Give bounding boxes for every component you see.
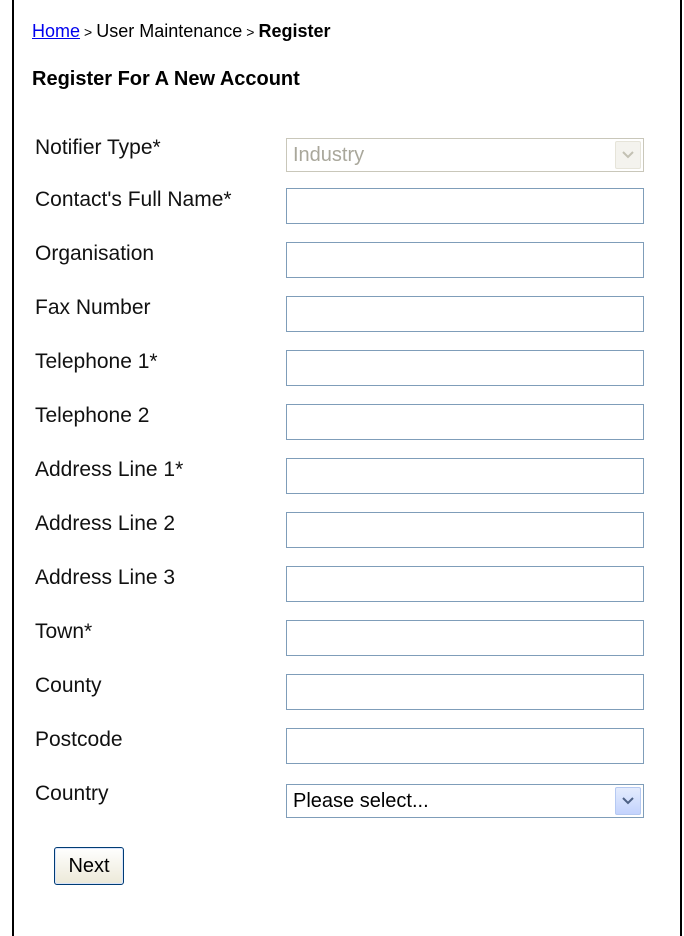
postcode-row: Postcode xyxy=(32,726,672,766)
next-button[interactable]: Next xyxy=(54,847,124,885)
address-line-1-row: Address Line 1* xyxy=(32,456,672,496)
notifier-type-label: Notifier Type* xyxy=(35,136,161,159)
chevron-down-icon xyxy=(622,797,634,805)
county-label: County xyxy=(35,674,102,697)
telephone-1-row: Telephone 1* xyxy=(32,348,672,388)
contact-full-name-label: Contact's Full Name* xyxy=(35,188,232,211)
county-row: County xyxy=(32,672,672,712)
dropdown-arrow-button xyxy=(615,141,641,169)
country-select[interactable]: Please select... xyxy=(286,784,644,818)
page-title: Register For A New Account xyxy=(32,68,300,90)
breadcrumb-separator: > xyxy=(246,24,255,40)
county-input[interactable] xyxy=(286,674,644,710)
address-line-3-input[interactable] xyxy=(286,566,644,602)
address-line-1-label: Address Line 1* xyxy=(35,458,184,481)
notifier-type-row: Notifier Type* Industry xyxy=(32,134,672,174)
town-row: Town* xyxy=(32,618,672,658)
organisation-input[interactable] xyxy=(286,242,644,278)
postcode-input[interactable] xyxy=(286,728,644,764)
breadcrumb-home-link[interactable]: Home xyxy=(32,21,80,41)
organisation-label: Organisation xyxy=(35,242,155,265)
address-line-3-row: Address Line 3 xyxy=(32,564,672,604)
address-line-1-input[interactable] xyxy=(286,458,644,494)
address-line-3-label: Address Line 3 xyxy=(35,566,176,589)
notifier-type-select: Industry xyxy=(286,138,644,172)
content-frame: Home > User Maintenance > Register Register … xyxy=(12,0,682,936)
organisation-row: Organisation xyxy=(32,240,672,280)
country-row: Country Please select... xyxy=(32,780,672,820)
telephone-1-input[interactable] xyxy=(286,350,644,386)
telephone-2-input[interactable] xyxy=(286,404,644,440)
address-line-2-input[interactable] xyxy=(286,512,644,548)
dropdown-arrow-button[interactable] xyxy=(615,787,641,815)
telephone-2-row: Telephone 2 xyxy=(32,402,672,442)
chevron-down-icon xyxy=(622,151,634,159)
contact-full-name-input[interactable] xyxy=(286,188,644,224)
notifier-type-value: Industry xyxy=(293,144,365,166)
fax-number-label: Fax Number xyxy=(35,296,151,319)
fax-number-row: Fax Number xyxy=(32,294,672,334)
town-label: Town* xyxy=(35,620,93,643)
contact-full-name-row: Contact's Full Name* xyxy=(32,186,672,226)
country-selected-value: Please select... xyxy=(293,790,429,812)
address-line-2-row: Address Line 2 xyxy=(32,510,672,550)
breadcrumb-current: Register xyxy=(258,21,331,41)
breadcrumb-separator: > xyxy=(84,24,93,40)
postcode-label: Postcode xyxy=(35,728,123,751)
address-line-2-label: Address Line 2 xyxy=(35,512,176,535)
country-label: Country xyxy=(35,782,109,805)
breadcrumb-section: User Maintenance xyxy=(96,21,243,41)
telephone-1-label: Telephone 1* xyxy=(35,350,158,373)
fax-number-input[interactable] xyxy=(286,296,644,332)
town-input[interactable] xyxy=(286,620,644,656)
breadcrumb: Home > User Maintenance > Register xyxy=(32,20,331,43)
telephone-2-label: Telephone 2 xyxy=(35,404,150,427)
